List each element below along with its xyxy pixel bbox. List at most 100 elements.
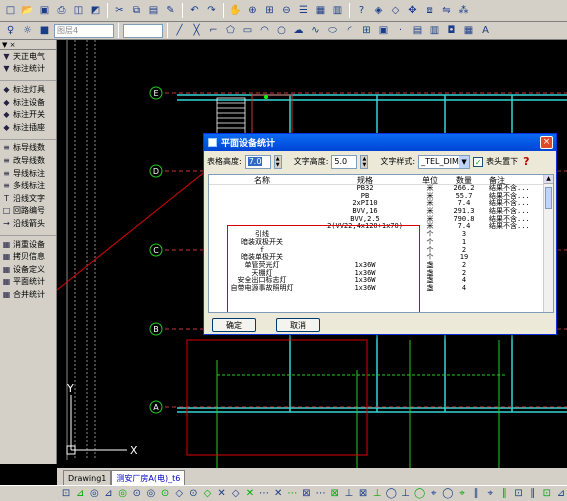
osnap-node-icon[interactable]: ⊙ bbox=[187, 486, 199, 501]
scroll-up-icon[interactable]: ▲ bbox=[544, 175, 553, 184]
properties-icon[interactable]: ☰ bbox=[296, 3, 311, 18]
palette-item[interactable]: ▦ 设备定义 bbox=[0, 263, 56, 276]
undo-icon[interactable]: ↶ bbox=[187, 3, 202, 18]
tab-current-drawing[interactable]: 测安厂房A(电)_t6 bbox=[111, 470, 186, 485]
osnap-insert-icon[interactable]: ⊠ bbox=[357, 486, 369, 501]
osnap-parallel-icon[interactable]: ∥ bbox=[527, 486, 539, 501]
close-button[interactable]: × bbox=[540, 136, 553, 149]
paste-icon[interactable]: ▤ bbox=[146, 3, 161, 18]
osnap-ext-icon[interactable]: ⊠ bbox=[329, 486, 341, 501]
insert-block-icon[interactable]: ⊞ bbox=[359, 23, 374, 38]
move-icon[interactable]: ✥ bbox=[405, 3, 420, 18]
mtext-icon[interactable]: A bbox=[478, 23, 493, 38]
osnap-intersect-icon[interactable]: ⋯ bbox=[286, 486, 298, 501]
osnap-perp-icon[interactable]: ⌖ bbox=[428, 486, 440, 501]
help-icon[interactable]: ? bbox=[523, 155, 529, 168]
osnap-tangent-icon[interactable]: ◯ bbox=[442, 486, 454, 501]
table-icon[interactable]: ▦ bbox=[461, 23, 476, 38]
palette-item[interactable]: ≡ 改导线数 bbox=[0, 154, 56, 167]
plot-icon[interactable]: ◩ bbox=[88, 3, 103, 18]
osnap-mid-icon[interactable]: ⊙ bbox=[131, 486, 143, 501]
circle-icon[interactable]: ○ bbox=[274, 23, 289, 38]
text-height-spinner[interactable]: ▲ ▼ bbox=[360, 154, 369, 169]
hatch-icon[interactable]: ▤ bbox=[410, 23, 425, 38]
text-style-select[interactable]: _TEL_DIM ▼ bbox=[418, 154, 471, 169]
preview-icon[interactable]: ◫ bbox=[71, 3, 86, 18]
column-header[interactable]: 数量 bbox=[445, 175, 483, 185]
array-icon[interactable]: ⁂ bbox=[456, 3, 471, 18]
pan-icon[interactable]: ✋ bbox=[228, 3, 243, 18]
palette-item[interactable]: ◆ 标注灯具 bbox=[0, 83, 56, 96]
osnap-perp-icon[interactable]: ⊥ bbox=[399, 486, 411, 501]
copy-obj-icon[interactable]: ⧈ bbox=[422, 3, 437, 18]
osnap-quad-icon[interactable]: ⋯ bbox=[258, 486, 270, 501]
osnap-node-icon[interactable]: ✕ bbox=[216, 486, 228, 501]
column-header[interactable]: 名称 bbox=[209, 175, 315, 185]
text-height-input[interactable]: 5.0 bbox=[331, 154, 358, 169]
linetype-combo[interactable] bbox=[123, 23, 163, 38]
osnap-insert-icon[interactable]: ⊥ bbox=[371, 486, 383, 501]
osnap-quad-icon[interactable]: ✕ bbox=[244, 486, 256, 501]
construction-line-icon[interactable]: ╳ bbox=[189, 23, 204, 38]
mirror-icon[interactable]: ⇋ bbox=[439, 3, 454, 18]
osnap-parallel-icon[interactable]: ⊡ bbox=[541, 486, 553, 501]
save-icon[interactable]: ▣ bbox=[37, 3, 52, 18]
make-block-icon[interactable]: ▣ bbox=[376, 23, 391, 38]
print-icon[interactable]: ⎙ bbox=[54, 3, 69, 18]
osnap-center-icon[interactable]: ⊙ bbox=[159, 486, 171, 501]
palette-item[interactable]: → 沿线箭头 bbox=[0, 217, 56, 230]
table-row[interactable]: 自带电源事故照明灯 1x36W 盏 4 bbox=[209, 284, 553, 293]
osnap-tangent-icon[interactable]: ⌖ bbox=[456, 486, 468, 501]
zoom-previous-icon[interactable]: ⊖ bbox=[279, 3, 294, 18]
palette-item[interactable]: T 沿线文字 bbox=[0, 192, 56, 205]
palette-item[interactable]: ▦ 拷贝信息 bbox=[0, 250, 56, 263]
osnap-intersect-icon[interactable]: ⊠ bbox=[300, 486, 312, 501]
layer-combo[interactable]: 图层4 bbox=[54, 23, 114, 38]
spline-icon[interactable]: ∿ bbox=[308, 23, 323, 38]
redo-icon[interactable]: ↷ bbox=[204, 3, 219, 18]
palette-item[interactable]: ◆ 标注插座 bbox=[0, 121, 56, 134]
region-icon[interactable]: ◘ bbox=[444, 23, 459, 38]
palette-item[interactable]: ≡ 导线标注 bbox=[0, 167, 56, 180]
palette-item[interactable]: ▼ 天正电气 bbox=[0, 50, 56, 63]
table-height-input[interactable]: 7.0 bbox=[244, 154, 271, 169]
gradient-icon[interactable]: ▥ bbox=[427, 23, 442, 38]
palette-item[interactable]: ▦ 消重设备 bbox=[0, 238, 56, 251]
palette-item[interactable]: ◆ 标注开关 bbox=[0, 108, 56, 121]
revcloud-icon[interactable]: ☁ bbox=[291, 23, 306, 38]
arc-icon[interactable]: ◠ bbox=[257, 23, 272, 38]
column-header[interactable]: 备注 bbox=[483, 175, 543, 185]
layer-icon[interactable]: ◈ bbox=[371, 3, 386, 18]
layer-freeze-icon[interactable]: ☼ bbox=[20, 23, 35, 38]
polyline-icon[interactable]: ⌐ bbox=[206, 23, 221, 38]
ellipse-icon[interactable]: ⬭ bbox=[325, 23, 340, 38]
osnap-endpoint-icon[interactable]: ⊡ bbox=[60, 486, 72, 501]
osnap-mid-icon[interactable]: ◎ bbox=[117, 486, 129, 501]
osnap-tangent-icon[interactable]: ∥ bbox=[470, 486, 482, 501]
column-header[interactable]: 规格 bbox=[315, 175, 415, 185]
palette-item[interactable]: ◆ 标注设备 bbox=[0, 96, 56, 109]
help-icon[interactable]: ? bbox=[354, 3, 369, 18]
osnap-ext-icon[interactable]: ⋯ bbox=[315, 486, 327, 501]
osnap-node-icon[interactable]: ◇ bbox=[201, 486, 213, 501]
osnap-near-icon[interactable]: ∥ bbox=[498, 486, 510, 501]
osnap-endpoint-icon[interactable]: ⊿ bbox=[74, 486, 86, 501]
osnap-quad-icon[interactable]: ◇ bbox=[230, 486, 242, 501]
palette-item[interactable]: □ 回路编号 bbox=[0, 205, 56, 218]
match-prop-icon[interactable]: ✎ bbox=[163, 3, 178, 18]
copy-icon[interactable]: ⧉ bbox=[129, 3, 144, 18]
osnap-near-icon[interactable]: ⊡ bbox=[513, 486, 525, 501]
tool-palette-icon[interactable]: ▥ bbox=[330, 3, 345, 18]
table-scrollbar[interactable]: ▲ bbox=[543, 175, 553, 312]
table-height-spinner[interactable]: ▲ ▼ bbox=[273, 154, 282, 169]
rectangle-icon[interactable]: ▭ bbox=[240, 23, 255, 38]
palette-header[interactable]: ▼ × bbox=[0, 40, 56, 50]
header-bottom-checkbox[interactable]: ✓ bbox=[473, 156, 484, 167]
palette-item[interactable]: ≡ 标导线数 bbox=[0, 142, 56, 155]
polygon-icon[interactable]: ⬠ bbox=[223, 23, 238, 38]
cut-icon[interactable]: ✂ bbox=[112, 3, 127, 18]
layer-lock-icon[interactable]: ♀ bbox=[3, 23, 18, 38]
new-file-icon[interactable]: □ bbox=[3, 3, 18, 18]
ellipse-arc-icon[interactable]: ◜ bbox=[342, 23, 357, 38]
osnap-parallel-icon[interactable]: ⊿ bbox=[555, 486, 567, 501]
